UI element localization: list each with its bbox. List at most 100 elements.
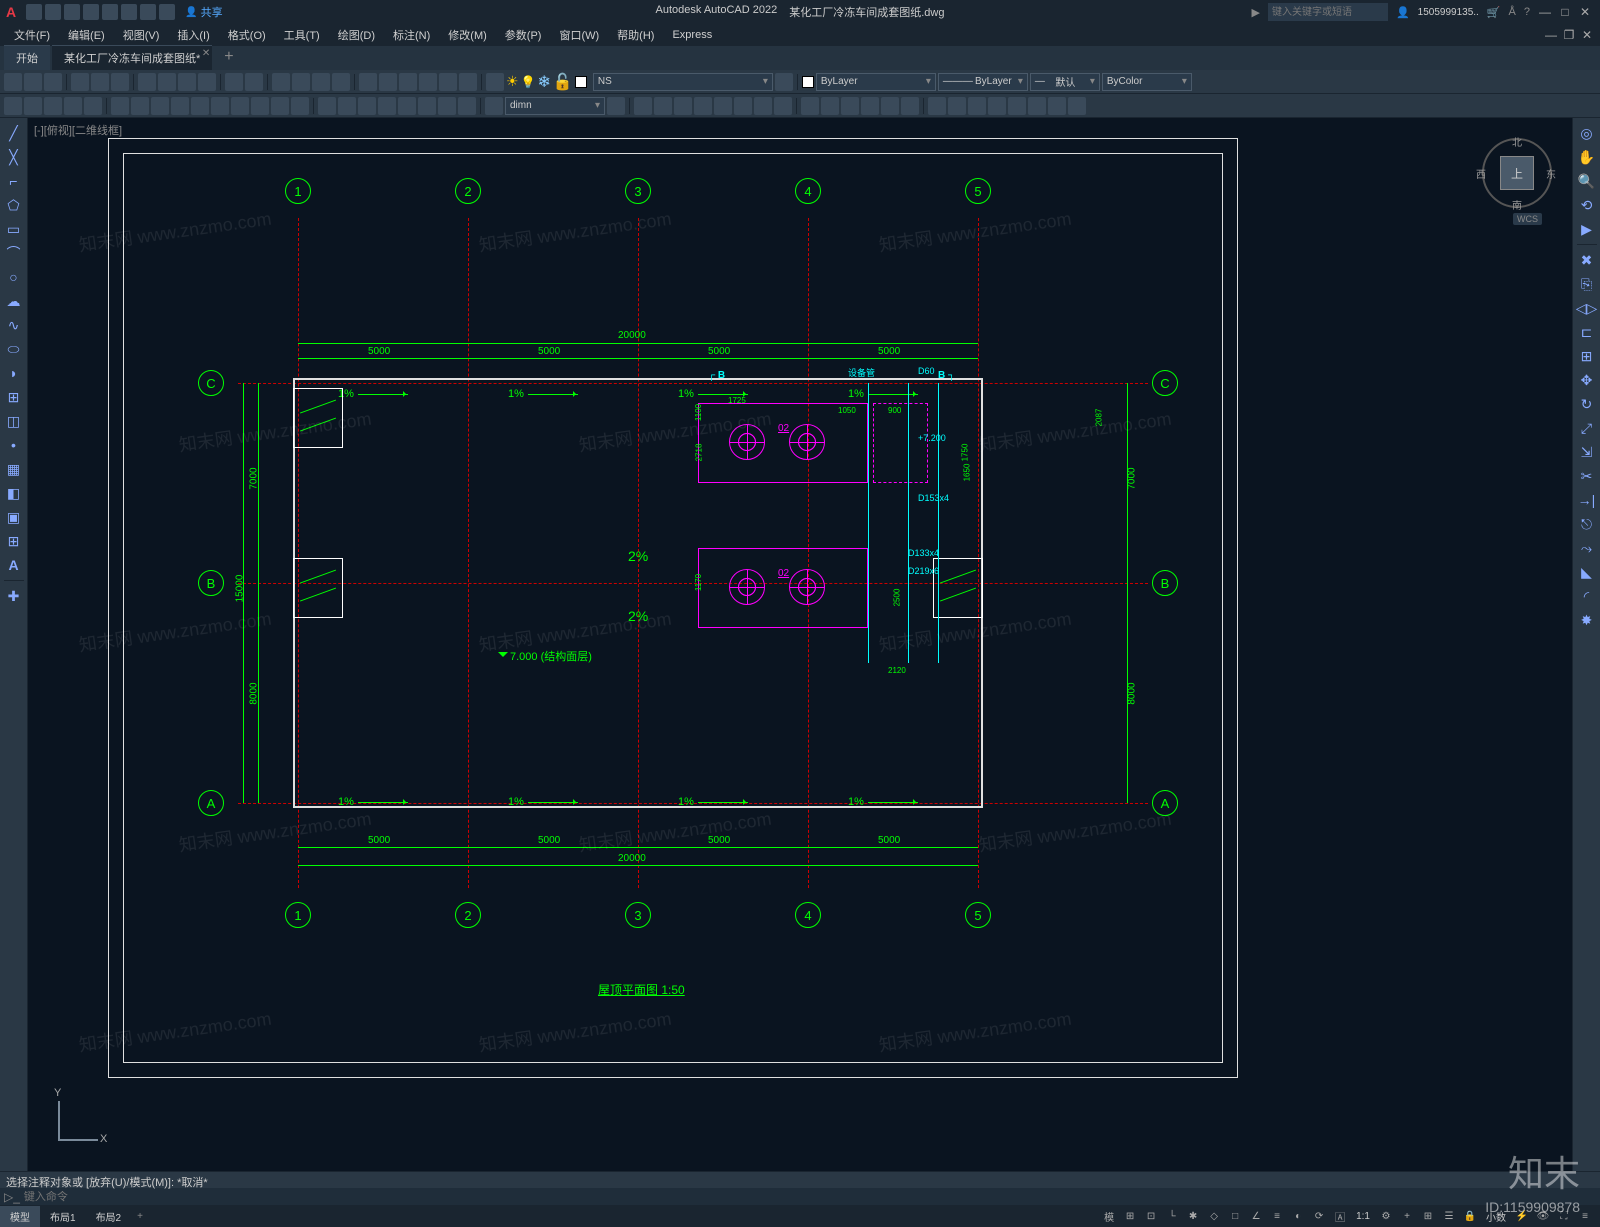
dim-ang-icon[interactable]: [231, 97, 249, 115]
xref-icon[interactable]: [1028, 97, 1046, 115]
app-menu-icon[interactable]: Å: [1509, 6, 1516, 18]
explode2-icon[interactable]: ✸: [1576, 609, 1598, 631]
mirror-icon[interactable]: [714, 97, 732, 115]
group-icon[interactable]: [1068, 97, 1086, 115]
lineweight-dropdown[interactable]: — 默认: [1030, 73, 1100, 91]
nav-showmotion-icon[interactable]: ▶: [1576, 218, 1598, 240]
drawing-canvas[interactable]: [-][俯视][二维线框] 上 北 南 东 西 WCS 1 2 3: [28, 118, 1572, 1171]
copy3-icon[interactable]: ⎘: [1576, 273, 1598, 295]
color-dropdown[interactable]: ByLayer: [816, 73, 936, 91]
layer-manager-icon[interactable]: [486, 73, 504, 91]
extend-icon[interactable]: [774, 97, 792, 115]
table-icon[interactable]: ⊞: [3, 530, 25, 552]
dimstyle-icon[interactable]: [607, 97, 625, 115]
toolpalette-icon[interactable]: [399, 73, 417, 91]
chamfer-icon[interactable]: [821, 97, 839, 115]
publish-icon[interactable]: [111, 73, 129, 91]
menu-tools[interactable]: 工具(T): [276, 25, 328, 45]
isolate-icon[interactable]: 👁: [1534, 1207, 1552, 1225]
rotate-icon[interactable]: [694, 97, 712, 115]
offset-icon[interactable]: [861, 97, 879, 115]
polygon-icon[interactable]: ⬠: [3, 194, 25, 216]
viewcube-east[interactable]: 东: [1546, 166, 1556, 181]
rotate2-icon[interactable]: ↻: [1576, 393, 1598, 415]
viewcube-north[interactable]: 北: [1512, 134, 1522, 149]
units-icon[interactable]: ⊞: [1419, 1207, 1437, 1225]
help-icon[interactable]: ?: [1524, 6, 1530, 18]
circle-icon[interactable]: ○: [3, 266, 25, 288]
move-icon[interactable]: [634, 97, 652, 115]
quickprops-icon[interactable]: ☰: [1440, 1207, 1458, 1225]
dim-dia-icon[interactable]: [211, 97, 229, 115]
layer-state-icon[interactable]: ☀: [506, 73, 519, 90]
makeblock-icon[interactable]: ◫: [3, 410, 25, 432]
menu-view[interactable]: 视图(V): [115, 25, 168, 45]
insert2-icon[interactable]: [948, 97, 966, 115]
dimedit-icon[interactable]: [438, 97, 456, 115]
doc-minimize-button[interactable]: —: [1544, 28, 1558, 42]
isodraft-icon[interactable]: ◇: [1205, 1207, 1223, 1225]
xline-icon[interactable]: ╳: [3, 146, 25, 168]
gradient-icon[interactable]: ◧: [3, 482, 25, 504]
rectangle-icon[interactable]: ▭: [3, 218, 25, 240]
nav-wheel-icon[interactable]: ◎: [1576, 122, 1598, 144]
chamfer2-icon[interactable]: ◣: [1576, 561, 1598, 583]
viewcube-south[interactable]: 南: [1512, 197, 1522, 212]
wcs-label[interactable]: WCS: [1513, 213, 1542, 225]
dim-break-icon[interactable]: [338, 97, 356, 115]
menu-draw[interactable]: 绘图(D): [330, 25, 383, 45]
qat-web-icon[interactable]: [102, 4, 118, 20]
dimstyle-dropdown[interactable]: dimn: [505, 97, 605, 115]
fillet-icon[interactable]: [801, 97, 819, 115]
osnap-toggle-icon[interactable]: □: [1226, 1207, 1244, 1225]
menu-dimension[interactable]: 标注(N): [385, 25, 438, 45]
paste-icon[interactable]: [178, 73, 196, 91]
undo2-icon[interactable]: [225, 73, 243, 91]
modelspace-icon[interactable]: 模: [1100, 1207, 1118, 1225]
trim-icon[interactable]: [754, 97, 772, 115]
dim-cont-icon[interactable]: [291, 97, 309, 115]
user-label[interactable]: 1505999135..: [1418, 7, 1479, 18]
mirror2-icon[interactable]: ◁▷: [1576, 297, 1598, 319]
rect2-icon[interactable]: [84, 97, 102, 115]
extend2-icon[interactable]: →|: [1576, 489, 1598, 511]
dimtedit-icon[interactable]: [458, 97, 476, 115]
scale2-icon[interactable]: ⤢: [1576, 417, 1598, 439]
zoomwin-icon[interactable]: [312, 73, 330, 91]
qat-redo-icon[interactable]: [159, 4, 175, 20]
print-icon[interactable]: [71, 73, 89, 91]
lock-ui-icon[interactable]: 🔒: [1461, 1207, 1479, 1225]
inspect-icon[interactable]: [398, 97, 416, 115]
layer-dropdown[interactable]: NS: [593, 73, 773, 91]
array-icon[interactable]: [841, 97, 859, 115]
tab-start[interactable]: 开始: [4, 45, 50, 70]
stretch2-icon[interactable]: ⇲: [1576, 441, 1598, 463]
menu-parametric[interactable]: 参数(P): [497, 25, 550, 45]
blockedit-icon[interactable]: [968, 97, 986, 115]
snap-toggle-icon[interactable]: ⊡: [1142, 1207, 1160, 1225]
doc-restore-button[interactable]: ❐: [1562, 28, 1576, 42]
menu-edit[interactable]: 编辑(E): [60, 25, 113, 45]
scale-icon[interactable]: [734, 97, 752, 115]
transparency-icon[interactable]: ◐: [1289, 1207, 1307, 1225]
fillet2-icon[interactable]: ◜: [1576, 585, 1598, 607]
grid-toggle-icon[interactable]: ⊞: [1121, 1207, 1139, 1225]
stretch-icon[interactable]: [674, 97, 692, 115]
annotation-monitor-icon[interactable]: +: [1398, 1207, 1416, 1225]
polar-toggle-icon[interactable]: ✱: [1184, 1207, 1202, 1225]
search-input[interactable]: [1268, 3, 1388, 21]
refedit-icon[interactable]: [1008, 97, 1026, 115]
trim2-icon[interactable]: ✂: [1576, 465, 1598, 487]
menu-insert[interactable]: 插入(I): [169, 25, 217, 45]
dim-rad-icon[interactable]: [191, 97, 209, 115]
save-icon[interactable]: [44, 73, 62, 91]
viewcube-top[interactable]: 上: [1500, 156, 1534, 190]
nav-zoom-icon[interactable]: 🔍: [1576, 170, 1598, 192]
new-icon[interactable]: [4, 73, 22, 91]
line-icon[interactable]: ╱: [3, 122, 25, 144]
qat-saveas-icon[interactable]: [83, 4, 99, 20]
join-icon[interactable]: ⤳: [1576, 537, 1598, 559]
share-link[interactable]: 共享: [179, 4, 228, 20]
insert-icon[interactable]: ⊞: [3, 386, 25, 408]
refclose-icon[interactable]: [1048, 97, 1066, 115]
